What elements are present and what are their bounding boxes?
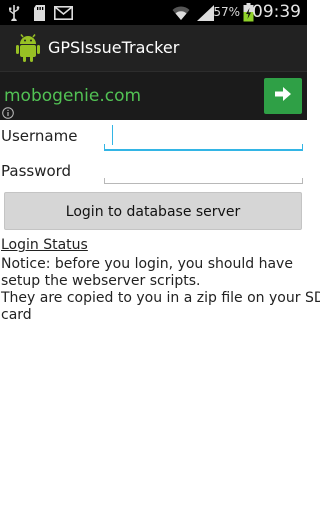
mail-icon bbox=[53, 4, 73, 21]
text-cursor bbox=[112, 125, 113, 145]
app-title: GPSIssueTracker bbox=[48, 38, 180, 57]
field-edge bbox=[302, 144, 303, 149]
ad-banner[interactable]: mobogenie.com bbox=[0, 71, 307, 120]
wifi-icon bbox=[172, 4, 190, 21]
field-edge bbox=[104, 144, 105, 149]
password-field[interactable] bbox=[104, 157, 303, 184]
usb-icon bbox=[7, 4, 21, 21]
login-status-heading: Login Status bbox=[1, 237, 88, 253]
action-bar: GPSIssueTracker bbox=[0, 25, 307, 71]
sd-card-icon bbox=[32, 4, 46, 21]
password-label: Password bbox=[1, 162, 72, 180]
signal-icon bbox=[196, 4, 214, 21]
field-edge bbox=[302, 178, 303, 183]
ad-arrow-button[interactable] bbox=[264, 78, 302, 114]
android-app-icon[interactable] bbox=[15, 34, 41, 62]
status-bar: 57% 09:39 bbox=[0, 0, 307, 25]
notice-text: Notice: before you login, you should hav… bbox=[1, 256, 320, 324]
info-icon[interactable] bbox=[2, 104, 14, 119]
clock: 09:39 bbox=[252, 2, 301, 22]
login-button[interactable]: Login to database server bbox=[4, 192, 302, 230]
arrow-right-icon bbox=[274, 85, 292, 107]
ad-text[interactable]: mobogenie.com bbox=[4, 85, 141, 107]
field-edge bbox=[104, 178, 105, 183]
notice-line: They are copied to you in a zip file on … bbox=[1, 290, 320, 306]
username-field[interactable] bbox=[104, 123, 303, 151]
battery-percent: 57% bbox=[213, 5, 240, 19]
notice-line: card bbox=[1, 307, 32, 323]
notice-line: setup the webserver scripts. bbox=[1, 273, 201, 289]
username-label: Username bbox=[1, 127, 78, 145]
notice-line: Notice: before you login, you should hav… bbox=[1, 256, 293, 272]
